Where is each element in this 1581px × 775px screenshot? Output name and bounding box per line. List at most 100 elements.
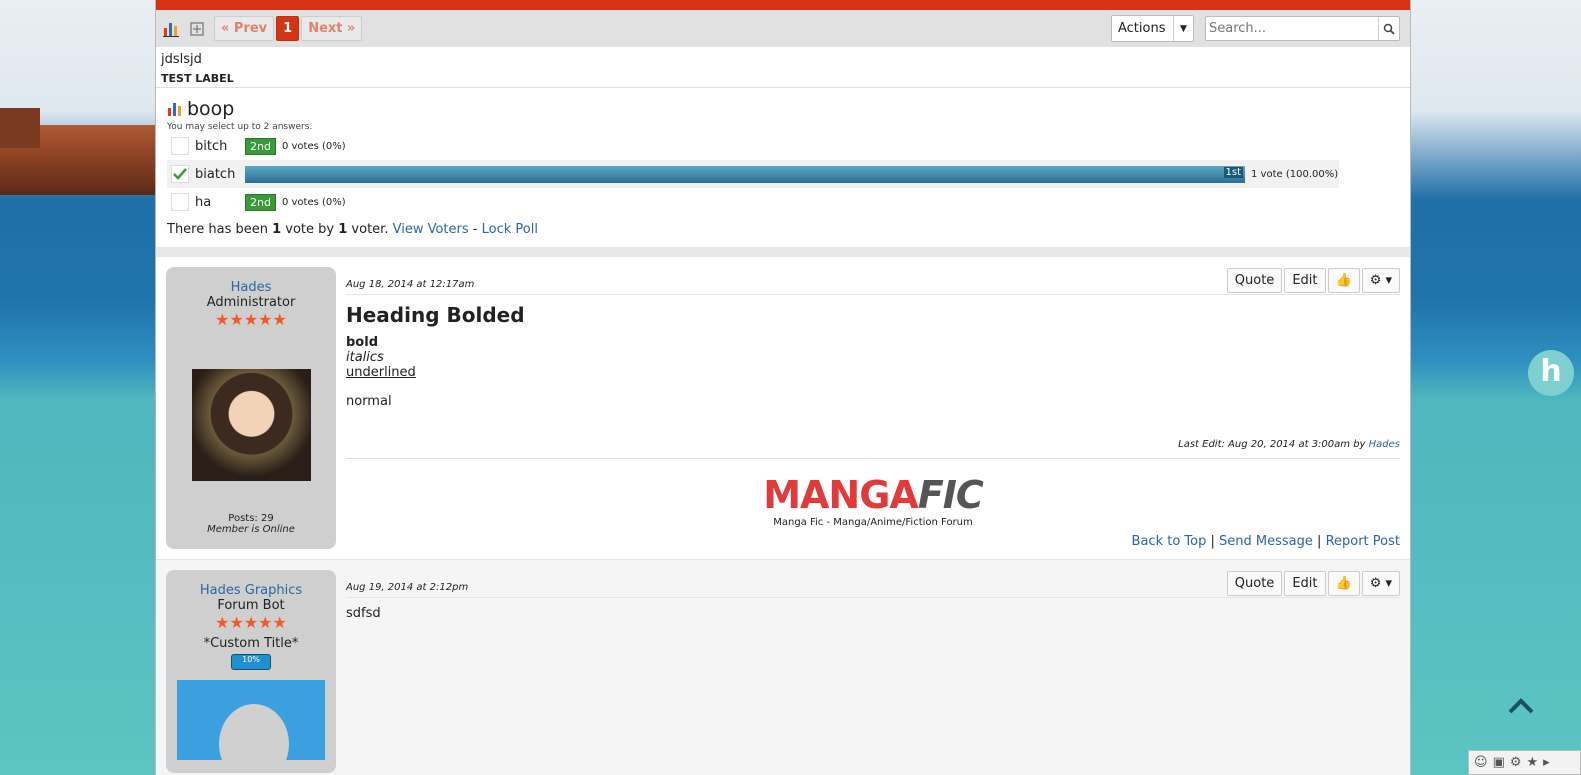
star-icon[interactable]: ★	[1527, 755, 1539, 770]
separator: |	[1317, 534, 1322, 549]
summary-text: voter.	[347, 222, 389, 237]
poll-hint: You may select up to 2 answers.	[167, 122, 313, 132]
summary-text: vote by	[281, 222, 339, 237]
post-heading: Heading Bolded	[346, 303, 525, 327]
logo-part-b: FIC	[917, 473, 984, 517]
avatar[interactable]	[191, 369, 311, 481]
post-count: Posts: 29	[228, 513, 274, 524]
separator: |	[1210, 534, 1215, 549]
poll-icon	[168, 103, 181, 116]
option-label: bitch	[195, 138, 228, 154]
post-content: Heading Bolded bold italics underlined n…	[346, 295, 1400, 409]
chevron-down-icon: ▼	[1173, 16, 1193, 41]
option-checkbox[interactable]	[171, 193, 189, 211]
italic-text: italics	[346, 350, 384, 365]
post-content: sdfsd	[346, 606, 381, 621]
post-buttons: Quote Edit 👍 ⚙ ▾	[1226, 571, 1400, 596]
option-votes: 0 votes (0%)	[281, 140, 346, 152]
checkmark-icon	[173, 168, 187, 180]
user-role: Administrator	[206, 295, 296, 310]
separator: -	[472, 222, 478, 237]
forum-container: « Prev 1 Next » Actions ▼ jdslsjd TEST L…	[155, 0, 1411, 775]
poll-question: boop	[167, 98, 1399, 120]
post-body: Aug 18, 2014 at 12:17am Quote Edit 👍 ⚙ ▾…	[336, 267, 1400, 549]
window-icon[interactable]: ▣	[1493, 755, 1505, 770]
option-checkbox[interactable]	[171, 137, 189, 155]
normal-text: normal	[346, 394, 392, 409]
post-buttons: Quote Edit 👍 ⚙ ▾	[1226, 268, 1400, 293]
background-building	[0, 108, 40, 148]
user-mini-profile: Hades Graphics Forum Bot ★★★★★ *Custom T…	[166, 570, 336, 773]
vote-bar: 1st	[245, 165, 1245, 183]
lock-poll-link[interactable]: Lock Poll	[482, 222, 538, 237]
top-accent-bar	[156, 0, 1410, 10]
arrow-right-icon[interactable]: ▸	[1543, 755, 1550, 770]
people-icon[interactable]: ☺	[1474, 755, 1488, 770]
gear-menu-icon[interactable]: ⚙ ▾	[1361, 571, 1400, 596]
edit-button[interactable]: Edit	[1284, 571, 1326, 596]
like-icon[interactable]: 👍	[1327, 268, 1360, 293]
actions-dropdown[interactable]: Actions ▼	[1111, 15, 1194, 42]
edit-button[interactable]: Edit	[1284, 268, 1326, 293]
poll-option[interactable]: ha 2nd 0 votes (0%)	[167, 188, 1339, 216]
option-votes: 0 votes (0%)	[281, 196, 346, 208]
option-label: biatch	[195, 166, 236, 182]
scroll-top-icon[interactable]	[1506, 696, 1536, 716]
poll-chart-icon[interactable]	[162, 20, 180, 38]
prev-page-button[interactable]: « Prev	[214, 16, 275, 41]
side-h-icon[interactable]: h	[1528, 350, 1574, 396]
voter-count: 1	[338, 222, 348, 237]
post-footer: Back to Top | Send Message | Report Post	[346, 534, 1400, 549]
option-rank: 1st	[1223, 166, 1243, 178]
thread-label: TEST LABEL	[156, 67, 1410, 88]
last-edit: Last Edit: Aug 20, 2014 at 3:00am by Had…	[346, 439, 1400, 459]
signature: MANGAFIC Manga Fic - Manga/Anime/Fiction…	[346, 459, 1400, 528]
last-edit-user-link[interactable]: Hades	[1369, 439, 1400, 450]
divider	[156, 247, 1410, 257]
online-status: Member is Online	[207, 524, 295, 535]
gear-icon[interactable]: ⚙	[1510, 755, 1522, 770]
back-to-top-link[interactable]: Back to Top	[1132, 534, 1207, 549]
user-role: Forum Bot	[217, 598, 285, 613]
thread-nav: « Prev 1 Next » Actions ▼	[156, 10, 1410, 47]
vote-count: 1	[272, 222, 282, 237]
current-page[interactable]: 1	[276, 16, 300, 41]
report-post-link[interactable]: Report Post	[1326, 534, 1400, 549]
poll-summary: There has been 1 vote by 1 voter. View V…	[167, 222, 1399, 247]
poll-option-selected[interactable]: biatch 1st 1 vote (100.00%)	[167, 160, 1339, 188]
rank-stars-icon: ★★★★★	[215, 613, 287, 632]
search-input[interactable]	[1206, 17, 1378, 40]
avatar[interactable]	[177, 680, 325, 760]
summary-text: There has been	[167, 222, 273, 237]
user-mini-profile: Hades Administrator ★★★★★ Posts: 29 Memb…	[166, 267, 336, 549]
option-rank: 2nd	[245, 137, 276, 155]
underlined-text: underlined	[346, 365, 416, 380]
option-rank: 2nd	[245, 193, 276, 211]
search-icon[interactable]	[1378, 17, 1399, 40]
option-label: ha	[195, 194, 212, 210]
custom-title: *Custom Title*	[203, 636, 299, 651]
bold-text: bold	[346, 335, 378, 350]
subscribe-icon[interactable]	[188, 20, 206, 38]
next-page-button[interactable]: Next »	[301, 16, 363, 41]
thread-title: jdslsjd	[161, 52, 202, 67]
username-link[interactable]: Hades	[172, 280, 330, 295]
poll-question-text: boop	[187, 98, 235, 120]
option-votes: 1 vote (100.00%)	[1251, 168, 1339, 180]
quote-button[interactable]: Quote	[1226, 571, 1283, 596]
send-message-link[interactable]: Send Message	[1219, 534, 1313, 549]
last-edit-text: Last Edit: Aug 20, 2014 at 3:00am by	[1178, 439, 1369, 450]
logo-part-a: MANGA	[763, 473, 919, 517]
view-voters-link[interactable]: View Voters	[393, 222, 469, 237]
poll-option[interactable]: bitch 2nd 0 votes (0%)	[167, 132, 1339, 160]
post-body: Aug 19, 2014 at 2:12pm Quote Edit 👍 ⚙ ▾ …	[336, 570, 1400, 773]
actions-label: Actions	[1118, 21, 1166, 36]
quote-button[interactable]: Quote	[1226, 268, 1283, 293]
username-link[interactable]: Hades Graphics	[172, 583, 330, 598]
signature-caption: Manga Fic - Manga/Anime/Fiction Forum	[773, 517, 973, 528]
option-checkbox-checked[interactable]	[171, 165, 189, 183]
gear-menu-icon[interactable]: ⚙ ▾	[1361, 268, 1400, 293]
rank-stars-icon: ★★★★★	[215, 310, 287, 329]
like-icon[interactable]: 👍	[1327, 571, 1360, 596]
poll: boop You may select up to 2 answers. bit…	[156, 88, 1410, 247]
